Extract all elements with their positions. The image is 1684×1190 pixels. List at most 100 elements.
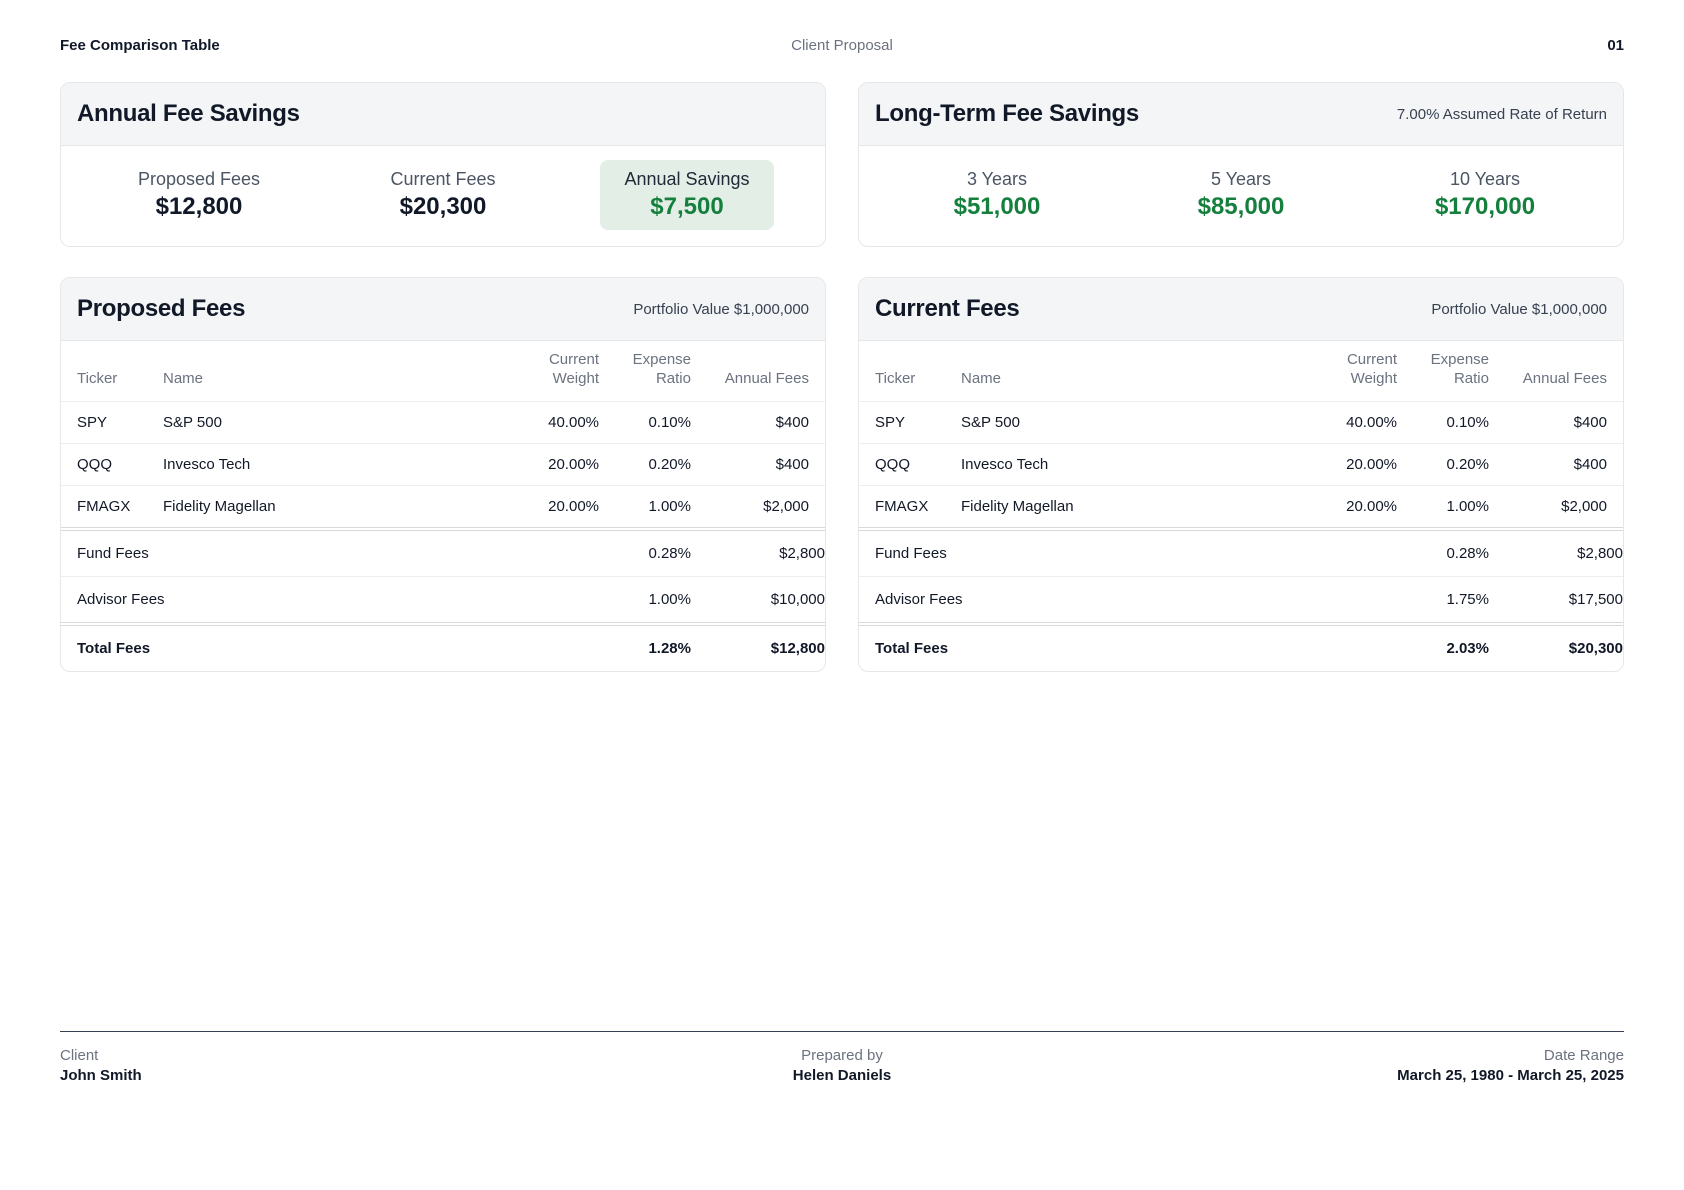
cell-label: Total Fees: [61, 624, 503, 671]
table-row: QQQ Invesco Tech 20.00% 0.20% $400: [859, 443, 1623, 485]
portfolio-value: Portfolio Value $1,000,000: [1431, 301, 1607, 318]
savings-cards-row: Annual Fee Savings Proposed Fees $12,800…: [60, 82, 1624, 247]
col-annual-fees: Annual Fees: [1489, 341, 1623, 401]
stat-label: 5 Years: [1211, 169, 1271, 190]
cell-ratio: 0.10%: [599, 401, 691, 443]
assumed-rate-note: 7.00% Assumed Rate of Return: [1397, 106, 1607, 123]
cell-ratio: 0.10%: [1397, 401, 1489, 443]
document-subtitle: Client Proposal: [791, 37, 893, 54]
proposed-fees-table: Ticker Name Current Weight Expense Ratio…: [61, 341, 825, 671]
document-footer: Client John Smith Prepared by Helen Dani…: [60, 1031, 1624, 1084]
prepared-by-name: Helen Daniels: [793, 1067, 891, 1084]
col-ticker: Ticker: [859, 341, 961, 401]
cell-fees: $2,800: [1489, 529, 1623, 577]
col-annual-fees: Annual Fees: [691, 341, 825, 401]
cell-label: Advisor Fees: [61, 576, 503, 624]
cell-label: Total Fees: [859, 624, 1301, 671]
stat-value: $85,000: [1198, 193, 1285, 221]
footer-date-range: Date Range March 25, 1980 - March 25, 20…: [1103, 1047, 1624, 1084]
col-name: Name: [961, 341, 1301, 401]
table-row: SPY S&P 500 40.00% 0.10% $400: [859, 401, 1623, 443]
cell-fees: $17,500: [1489, 576, 1623, 624]
client-label: Client: [60, 1047, 581, 1064]
card-title: Proposed Fees: [77, 295, 245, 323]
annual-savings-stats: Proposed Fees $12,800 Current Fees $20,3…: [61, 146, 825, 246]
cell-name: Fidelity Magellan: [163, 485, 503, 529]
cell-label: Fund Fees: [61, 529, 503, 577]
cell-ratio: 2.03%: [1397, 624, 1489, 671]
stat-value: $7,500: [650, 193, 723, 221]
col-expense-ratio: Expense Ratio: [599, 341, 691, 401]
fee-tables-row: Proposed Fees Portfolio Value $1,000,000…: [60, 277, 1624, 672]
card-title: Annual Fee Savings: [77, 100, 300, 128]
card-title: Long-Term Fee Savings: [875, 100, 1139, 128]
col-name: Name: [163, 341, 503, 401]
stat-value: $12,800: [156, 193, 243, 221]
stat-label: 3 Years: [967, 169, 1027, 190]
stat-current-fees: Current Fees $20,300: [366, 160, 519, 230]
cell-weight: 20.00%: [1301, 485, 1397, 529]
col-ticker: Ticker: [61, 341, 163, 401]
card-header: Current Fees Portfolio Value $1,000,000: [859, 278, 1623, 341]
cell-ratio: 0.20%: [599, 443, 691, 485]
portfolio-value: Portfolio Value $1,000,000: [633, 301, 809, 318]
col-current-weight: Current Weight: [1301, 341, 1397, 401]
cell-name: Fidelity Magellan: [961, 485, 1301, 529]
cell-name: Invesco Tech: [163, 443, 503, 485]
cell-fees: $400: [1489, 443, 1623, 485]
stat-label: Current Fees: [390, 169, 495, 190]
table-row: FMAGX Fidelity Magellan 20.00% 1.00% $2,…: [61, 485, 825, 529]
proposed-fees-card: Proposed Fees Portfolio Value $1,000,000…: [60, 277, 826, 672]
stat-proposed-fees: Proposed Fees $12,800: [114, 160, 284, 230]
cell-fees: $2,000: [1489, 485, 1623, 529]
cell-fees: $12,800: [691, 624, 825, 671]
footer-prepared-by: Prepared by Helen Daniels: [581, 1047, 1102, 1084]
cell-weight: 20.00%: [1301, 443, 1397, 485]
date-range-label: Date Range: [1544, 1047, 1624, 1064]
cell-fees: $2,800: [691, 529, 825, 577]
cell-name: S&P 500: [961, 401, 1301, 443]
stat-label: 10 Years: [1450, 169, 1520, 190]
cell-ratio: 1.28%: [599, 624, 691, 671]
col-current-weight: Current Weight: [503, 341, 599, 401]
cell-ratio: 1.75%: [1397, 576, 1489, 624]
total-fees-row: Total Fees 1.28% $12,800: [61, 624, 825, 671]
cell-ticker: QQQ: [859, 443, 961, 485]
stat-value: $170,000: [1435, 193, 1535, 221]
stat-3-years: 3 Years $51,000: [930, 160, 1065, 230]
cell-ticker: QQQ: [61, 443, 163, 485]
cell-ticker: SPY: [859, 401, 961, 443]
cell-ratio: 0.20%: [1397, 443, 1489, 485]
card-header: Proposed Fees Portfolio Value $1,000,000: [61, 278, 825, 341]
table-row: SPY S&P 500 40.00% 0.10% $400: [61, 401, 825, 443]
fund-fees-row: Fund Fees 0.28% $2,800: [859, 529, 1623, 577]
advisor-fees-row: Advisor Fees 1.75% $17,500: [859, 576, 1623, 624]
cell-ratio: 1.00%: [599, 576, 691, 624]
table-row: FMAGX Fidelity Magellan 20.00% 1.00% $2,…: [859, 485, 1623, 529]
page-number: 01: [1607, 37, 1624, 54]
cell-label: Fund Fees: [859, 529, 1301, 577]
table-row: QQQ Invesco Tech 20.00% 0.20% $400: [61, 443, 825, 485]
stat-10-years: 10 Years $170,000: [1411, 160, 1559, 230]
cell-fees: $400: [691, 401, 825, 443]
document-header: Fee Comparison Table Client Proposal 01: [60, 0, 1624, 54]
cell-fees: $10,000: [691, 576, 825, 624]
table-header-row: Ticker Name Current Weight Expense Ratio…: [859, 341, 1623, 401]
cell-name: S&P 500: [163, 401, 503, 443]
stat-label: Annual Savings: [624, 169, 749, 190]
date-range-value: March 25, 1980 - March 25, 2025: [1397, 1067, 1624, 1084]
stat-label: Proposed Fees: [138, 169, 260, 190]
cell-name: Invesco Tech: [961, 443, 1301, 485]
cell-ratio: 0.28%: [1397, 529, 1489, 577]
long-term-stats: 3 Years $51,000 5 Years $85,000 10 Years…: [859, 146, 1623, 246]
advisor-fees-row: Advisor Fees 1.00% $10,000: [61, 576, 825, 624]
current-fees-table: Ticker Name Current Weight Expense Ratio…: [859, 341, 1623, 671]
annual-fee-savings-card: Annual Fee Savings Proposed Fees $12,800…: [60, 82, 826, 247]
card-title: Current Fees: [875, 295, 1019, 323]
table-header-row: Ticker Name Current Weight Expense Ratio…: [61, 341, 825, 401]
page: Fee Comparison Table Client Proposal 01 …: [0, 0, 1684, 672]
stat-5-years: 5 Years $85,000: [1174, 160, 1309, 230]
card-header: Long-Term Fee Savings 7.00% Assumed Rate…: [859, 83, 1623, 146]
cell-weight: 40.00%: [1301, 401, 1397, 443]
cell-fees: $400: [691, 443, 825, 485]
